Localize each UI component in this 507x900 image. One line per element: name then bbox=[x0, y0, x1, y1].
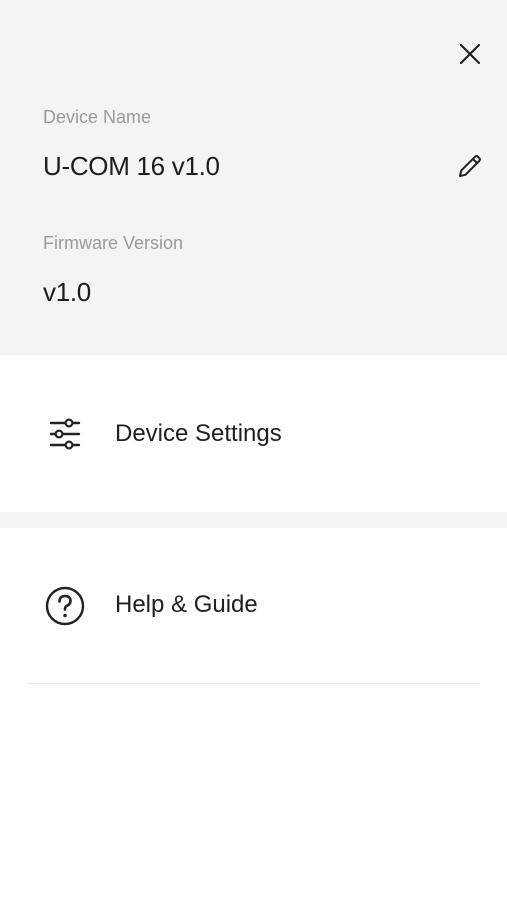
sliders-icon bbox=[43, 412, 87, 456]
help-circle-icon bbox=[43, 584, 87, 628]
close-button[interactable] bbox=[450, 34, 490, 74]
menu-item-label: Help & Guide bbox=[115, 591, 258, 618]
close-icon bbox=[459, 43, 481, 65]
section-separator bbox=[0, 512, 507, 528]
pencil-icon bbox=[459, 155, 481, 177]
device-name-value: U-COM 16 v1.0 bbox=[43, 151, 220, 181]
edit-device-name-button[interactable] bbox=[450, 146, 490, 186]
menu-item-label: Device Settings bbox=[115, 420, 282, 447]
divider bbox=[28, 683, 480, 684]
menu-item-device-settings[interactable]: Device Settings bbox=[0, 356, 507, 512]
menu-item-help-guide[interactable]: Help & Guide bbox=[0, 528, 507, 684]
device-name-label: Device Name bbox=[43, 107, 152, 127]
device-info-panel: Device Name U-COM 16 v1.0 Firmware Versi… bbox=[0, 0, 507, 355]
device-info-screen: Device Name U-COM 16 v1.0 Firmware Versi… bbox=[0, 0, 507, 900]
firmware-version-value: v1.0 bbox=[43, 277, 91, 307]
firmware-version-label: Firmware Version bbox=[43, 233, 184, 253]
